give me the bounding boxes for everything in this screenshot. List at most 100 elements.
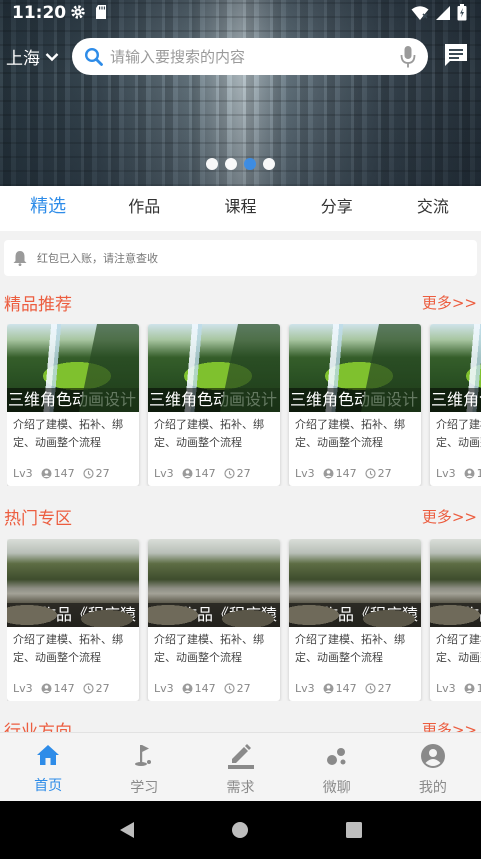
home-circle-icon[interactable] — [230, 820, 250, 840]
system-navigation-bar — [0, 801, 481, 859]
course-card[interactable]: 三维角色动画设计介绍了建模、拓补、绑定、动画整个流程 Lv314727 — [430, 324, 481, 486]
notice-bar[interactable]: 红包已入账，请注意查收 — [4, 240, 477, 276]
tab-item[interactable]: 课程 — [192, 186, 288, 231]
banner-pagination — [206, 158, 275, 170]
views-icon — [464, 468, 475, 479]
card-row-hot: 原创作品《程序猿 介绍了建模、拓补、绑定、动画整个流程 Lv3 147 27 原创作品《程… — [7, 539, 481, 701]
card-meta: Lv314727 — [7, 675, 139, 695]
sd-card-icon — [96, 5, 106, 19]
card-description: 介绍了建模、拓补、绑定、动画整个流程 — [295, 418, 405, 449]
clock-icon — [365, 683, 376, 694]
clock-icon — [224, 468, 235, 479]
card-thumbnail: 三维角色动画设计 — [289, 324, 421, 412]
card-thumbnail: 原创作品《程序猿 — [7, 539, 139, 627]
bottom-nav-item[interactable]: 需求 — [192, 733, 288, 801]
tab-item[interactable]: 分享 — [289, 186, 385, 231]
course-card[interactable]: 三维角色动画设计介绍了建模、拓补、绑定、动画整个流程 Lv3 147 27 — [7, 324, 139, 486]
card-views: 147 — [53, 467, 75, 480]
pagination-dot[interactable] — [263, 158, 275, 170]
card-description: 介绍了建模、拓补、绑定、动画整个流程 — [154, 633, 264, 664]
settings-gear-icon — [71, 5, 85, 19]
views-icon — [41, 683, 52, 694]
card-meta: Lv314727 — [430, 675, 481, 695]
card-thumbnail: 三维角色动画设计 — [148, 324, 280, 412]
card-views: 147 — [194, 467, 216, 480]
card-views: 147 — [476, 467, 481, 480]
card-meta: Lv3 147 27 — [289, 460, 421, 480]
card-views: 147 — [335, 467, 357, 480]
card-title: 三维角色动画设计 — [430, 388, 481, 412]
card-thumbnail: 三维角色动画设计 — [430, 324, 481, 412]
bottom-nav-label: 我的 — [418, 780, 447, 796]
course-card[interactable]: 原创作品《程序猿介绍了建模、拓补、绑定、动画整个流程 Lv314727 — [148, 539, 280, 701]
section-header-hot: 热门专区 更多>> — [4, 503, 477, 529]
search-input[interactable] — [110, 47, 400, 66]
bottom-nav-label: 首页 — [34, 778, 63, 794]
category-tabs: 精选 作品 课程 分享 交流 — [0, 186, 481, 231]
card-description: 介绍了建模、拓补、绑定、动画整个流程 — [436, 418, 481, 449]
card-description: 介绍了建模、拓补、绑定、动画整个流程 — [154, 418, 264, 449]
views-icon — [182, 683, 193, 694]
card-meta: Lv314727 — [430, 460, 481, 480]
bottom-nav-label: 微聊 — [322, 780, 351, 796]
bottom-navigation: 首页 学习 需求 微聊 我的 — [0, 732, 481, 801]
bottom-nav-item[interactable]: 首页 — [0, 733, 96, 801]
section-title: 精品推荐 — [4, 294, 72, 315]
tab-item[interactable]: 精选 — [0, 186, 96, 231]
city-selector[interactable]: 上海 — [6, 44, 59, 69]
card-thumbnail: 原创作品《程序猿 — [289, 539, 421, 627]
card-meta: Lv314727 — [148, 460, 280, 480]
more-link[interactable]: 更多>> — [422, 506, 477, 527]
course-card[interactable]: 三维角色动画设计介绍了建模、拓补、绑定、动画整个流程 Lv314727 — [148, 324, 280, 486]
chat-message-icon — [445, 44, 467, 66]
views-icon — [182, 468, 193, 479]
pagination-dot[interactable] — [225, 158, 237, 170]
card-duration: 27 — [377, 682, 392, 695]
bubbles-icon — [324, 743, 350, 773]
card-meta: Lv3 147 27 — [7, 460, 139, 480]
card-description: 介绍了建模、拓补、绑定、动画整个流程 — [13, 418, 123, 449]
card-level: Lv3 — [13, 467, 33, 480]
card-duration: 27 — [377, 467, 392, 480]
microphone-icon[interactable] — [400, 45, 416, 69]
card-views: 147 — [335, 682, 357, 695]
card-description: 介绍了建模、拓补、绑定、动画整个流程 — [295, 633, 405, 664]
card-meta: Lv314727 — [148, 675, 280, 695]
course-card[interactable]: 原创作品《程序猿介绍了建模、拓补、绑定、动画整个流程 Lv314727 — [430, 539, 481, 701]
cell-signal-icon — [436, 5, 450, 20]
chevron-down-icon — [45, 52, 59, 61]
tab-item[interactable]: 作品 — [96, 186, 192, 231]
card-description: 介绍了建模、拓补、绑定、动画整个流程 — [436, 633, 481, 664]
views-icon — [41, 468, 52, 479]
card-level: Lv3 — [295, 467, 315, 480]
pagination-dot[interactable] — [206, 158, 218, 170]
card-description: 介绍了建模、拓补、绑定、动画整个流程 — [13, 633, 123, 664]
clock-icon — [365, 468, 376, 479]
pagination-dot[interactable] — [244, 158, 256, 170]
bottom-nav-item[interactable]: 我的 — [385, 733, 481, 801]
recents-square-icon[interactable] — [344, 820, 364, 840]
card-title: 原创作品《程序猿 — [148, 603, 280, 627]
bottom-nav-item[interactable]: 微聊 — [289, 733, 385, 801]
card-title: 三维角色动画设计 — [289, 388, 421, 412]
account-icon — [420, 743, 446, 773]
card-thumbnail: 原创作品《程序猿 — [430, 539, 481, 627]
back-icon[interactable] — [117, 820, 137, 840]
card-level: Lv3 — [13, 682, 33, 695]
card-duration: 27 — [95, 467, 110, 480]
card-thumbnail: 原创作品《程序猿 — [148, 539, 280, 627]
card-meta: Lv3 147 27 — [289, 675, 421, 695]
course-card[interactable]: 原创作品《程序猿介绍了建模、拓补、绑定、动画整个流程 Lv3 147 27 — [289, 539, 421, 701]
message-button[interactable] — [443, 42, 469, 72]
search-bar[interactable] — [72, 38, 428, 75]
card-title: 三维角色动画设计 — [148, 388, 280, 412]
home-icon — [35, 743, 61, 771]
card-level: Lv3 — [295, 682, 315, 695]
tab-item[interactable]: 交流 — [385, 186, 481, 231]
course-card[interactable]: 三维角色动画设计介绍了建模、拓补、绑定、动画整个流程 Lv3 147 27 — [289, 324, 421, 486]
views-icon — [464, 683, 475, 694]
more-link[interactable]: 更多>> — [422, 292, 477, 313]
card-thumbnail: 三维角色动画设计 — [7, 324, 139, 412]
bottom-nav-item[interactable]: 学习 — [96, 733, 192, 801]
course-card[interactable]: 原创作品《程序猿介绍了建模、拓补、绑定、动画整个流程 Lv314727 — [7, 539, 139, 701]
